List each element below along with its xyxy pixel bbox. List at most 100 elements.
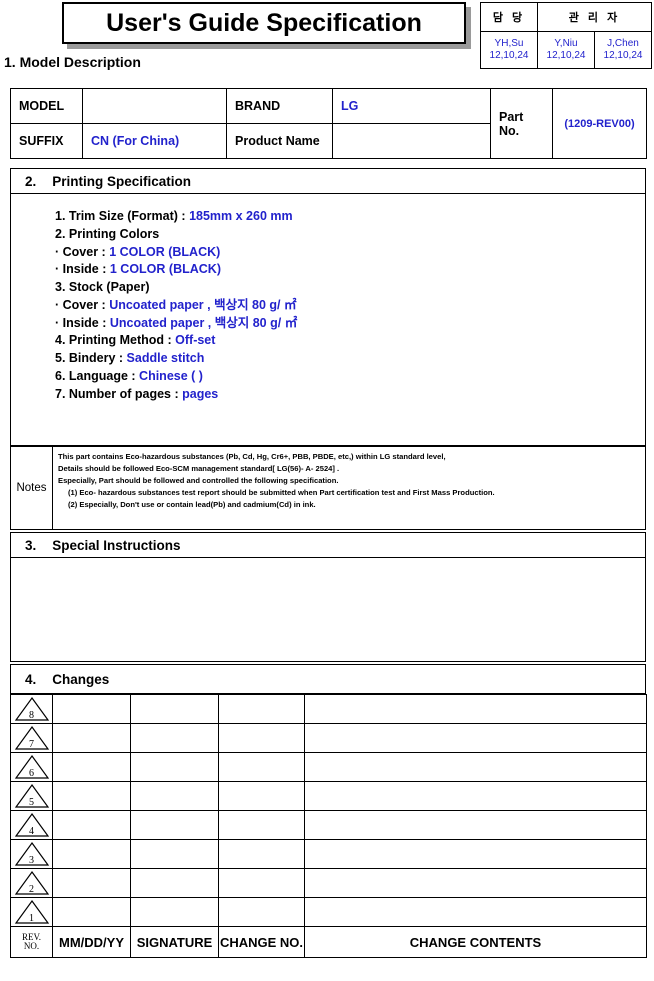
model-value[interactable] [82, 88, 227, 124]
revision-date-cell[interactable] [52, 897, 131, 927]
footer-rev-no-line2: NO. [23, 941, 40, 951]
special-instructions-content[interactable] [11, 558, 645, 670]
table-row: 3 [10, 839, 647, 869]
revision-date-cell[interactable] [52, 694, 131, 724]
spec-item-value: Uncoated paper , 백상지 80 g/ ㎡ [109, 297, 297, 312]
printing-spec-list: 1. Trim Size (Format) : 185mm x 260 mm 2… [11, 194, 645, 403]
revision-number: 6 [29, 768, 34, 779]
approval-table: 담 당 관 리 자 YH,Su 12,10,24 Y,Niu 12,10,24 … [480, 2, 652, 69]
suffix-value[interactable]: CN (For China) [82, 123, 227, 159]
revision-contents-cell[interactable] [304, 781, 647, 811]
brand-value[interactable]: LG [332, 88, 491, 124]
revision-contents-cell[interactable] [304, 752, 647, 782]
table-row: 4 [10, 810, 647, 840]
section-3-heading-bar: 3. Special Instructions [11, 533, 645, 558]
revision-marker-cell: 8 [10, 694, 53, 724]
title-banner: User's Guide Specification [62, 2, 471, 49]
revision-date-cell[interactable] [52, 723, 131, 753]
spec-item: · Cover : Uncoated paper , 백상지 80 g/ ㎡ [55, 297, 645, 315]
spec-item: · Inside : Uncoated paper , 백상지 80 g/ ㎡ [55, 315, 645, 333]
section-4-heading-inner: 4. Changes [11, 665, 645, 693]
document-title: User's Guide Specification [106, 8, 422, 37]
approval-signer-0-date: 12,10,24 [489, 50, 529, 61]
spec-item: · Cover : 1 COLOR (BLACK) [55, 244, 645, 262]
footer-change-contents-header: CHANGE CONTENTS [304, 926, 647, 958]
revision-change-no-cell[interactable] [218, 781, 305, 811]
section-2-heading: Printing Specification [52, 173, 192, 189]
spec-item-value: Chinese ( ) [139, 368, 203, 383]
revision-number: 8 [29, 710, 34, 721]
approval-signer-1-date: 12,10,24 [546, 50, 586, 61]
footer-date-header: MM/DD/YY [52, 926, 131, 958]
revision-change-no-cell[interactable] [218, 752, 305, 782]
revision-contents-cell[interactable] [304, 868, 647, 898]
revision-signature-cell[interactable] [130, 897, 219, 927]
section-2-number: 2. [25, 173, 37, 189]
spec-item-label: 4. Printing Method : [55, 333, 176, 348]
notes-label: Notes [11, 447, 53, 529]
approval-signer-row: YH,Su 12,10,24 Y,Niu 12,10,24 J,Chen 12,… [480, 31, 652, 69]
approval-header-charge: 담 당 [480, 2, 538, 32]
approval-signer-1-name: Y,Niu [554, 37, 578, 49]
revision-triangle-icon: 4 [14, 812, 50, 838]
spec-item-value: 1 COLOR (BLACK) [109, 262, 221, 277]
revision-change-no-cell[interactable] [218, 694, 305, 724]
section-1-heading: 1. Model Description [4, 54, 141, 70]
revision-change-no-cell[interactable] [218, 810, 305, 840]
revision-triangle-icon: 3 [14, 841, 50, 867]
revision-date-cell[interactable] [52, 810, 131, 840]
approval-signer-0-name: YH,Su [494, 37, 524, 49]
spec-item-label: · Inside : [55, 315, 110, 330]
revision-marker-cell: 2 [10, 868, 53, 898]
user-guide-specification-page: User's Guide Specification 담 당 관 리 자 YH,… [0, 0, 654, 981]
revision-signature-cell[interactable] [130, 694, 219, 724]
spec-item-value: 1 COLOR (BLACK) [109, 244, 221, 259]
revision-number: 3 [29, 855, 34, 866]
revision-signature-cell[interactable] [130, 839, 219, 869]
model-label: MODEL [10, 88, 83, 124]
table-row: 2 [10, 868, 647, 898]
notes-line: Details should be followed Eco-SCM manag… [58, 463, 340, 473]
suffix-label: SUFFIX [10, 123, 83, 159]
revision-date-cell[interactable] [52, 781, 131, 811]
revision-change-no-cell[interactable] [218, 839, 305, 869]
footer-signature-header: SIGNATURE [130, 926, 219, 958]
spec-item: 5. Bindery : Saddle stitch [55, 350, 645, 368]
part-no-value[interactable]: (1209-REV00) [552, 88, 647, 159]
revision-date-cell[interactable] [52, 839, 131, 869]
spec-item-label: · Cover : [55, 244, 110, 259]
revision-contents-cell[interactable] [304, 723, 647, 753]
title-banner-box: User's Guide Specification [62, 2, 466, 44]
revision-signature-cell[interactable] [130, 810, 219, 840]
spec-item-label: 6. Language : [55, 368, 140, 383]
revision-signature-cell[interactable] [130, 723, 219, 753]
model-description-table: MODEL BRAND LG Part No. (1209-REV00) SUF… [10, 88, 647, 159]
table-row: 6 [10, 752, 647, 782]
spec-item-value: Uncoated paper , 백상지 80 g/ ㎡ [109, 315, 298, 330]
revision-signature-cell[interactable] [130, 752, 219, 782]
revision-contents-cell[interactable] [304, 897, 647, 927]
notes-line: This part contains Eco-hazardous substan… [58, 452, 446, 461]
footer-rev-no: REV. NO. [10, 926, 53, 958]
revision-contents-cell[interactable] [304, 839, 647, 869]
table-row: 8 [10, 694, 647, 724]
revision-change-no-cell[interactable] [218, 723, 305, 753]
approval-header-row: 담 당 관 리 자 [480, 2, 652, 32]
revision-signature-cell[interactable] [130, 868, 219, 898]
revision-signature-cell[interactable] [130, 781, 219, 811]
product-name-value[interactable] [332, 123, 491, 159]
revision-date-cell[interactable] [52, 752, 131, 782]
revision-triangle-icon: 1 [14, 899, 50, 925]
changes-table: 8 7 6 5 4 3 2 1 REV. NO. MM/DD/YY SIGNAT… [10, 694, 647, 958]
spec-item-value: Saddle stitch [126, 351, 205, 365]
revision-contents-cell[interactable] [304, 810, 647, 840]
revision-contents-cell[interactable] [304, 694, 647, 724]
spec-item: 7. Number of pages : pages [55, 386, 645, 404]
notes-line: (2) Especially, Don't use or contain lea… [68, 499, 316, 509]
revision-change-no-cell[interactable] [218, 868, 305, 898]
revision-date-cell[interactable] [52, 868, 131, 898]
spec-item-value: pages [182, 386, 219, 401]
spec-item: 6. Language : Chinese ( ) [55, 368, 645, 386]
spec-item-value: 185mm x 260 mm [189, 209, 293, 223]
revision-change-no-cell[interactable] [218, 897, 305, 927]
